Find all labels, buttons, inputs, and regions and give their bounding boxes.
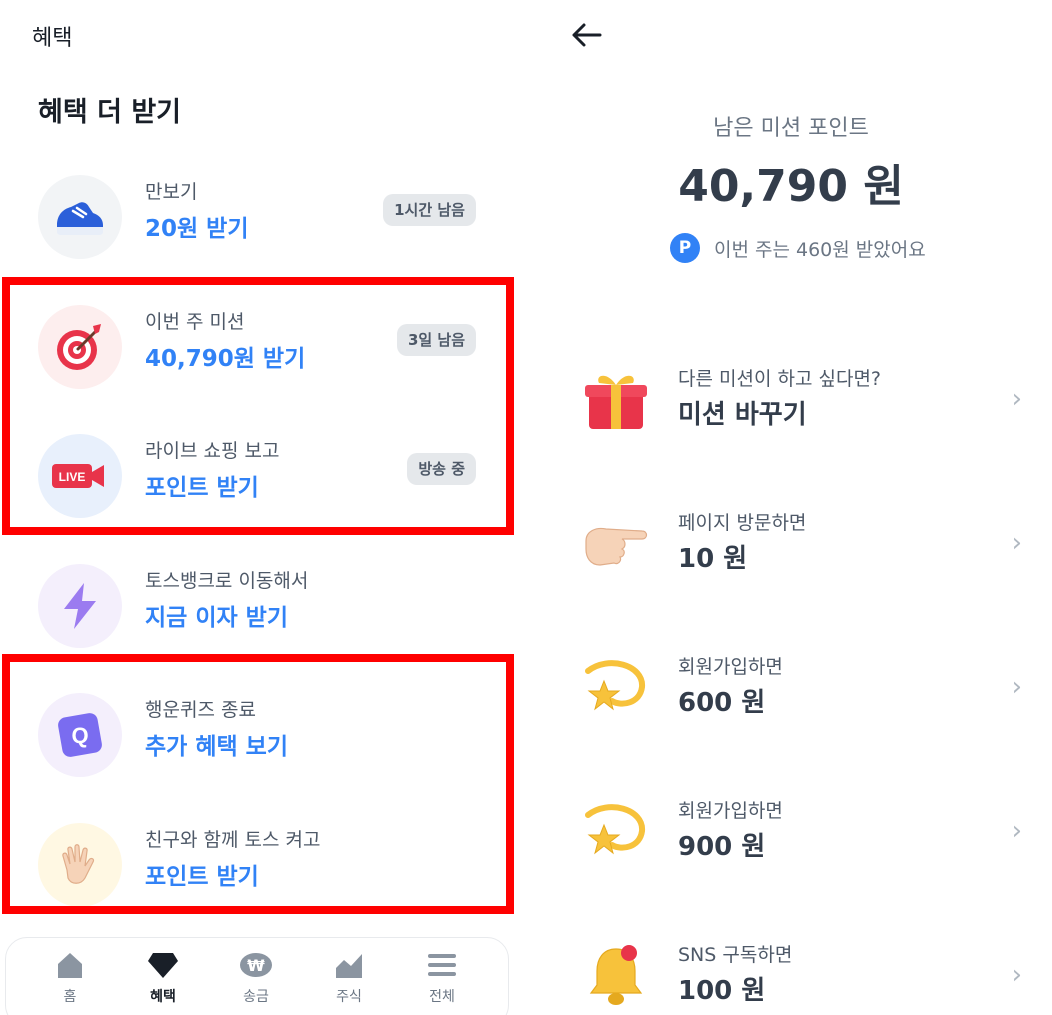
benefits-panel: 혜택 혜택 더 받기 만보기 20원 받기 1시간 남음 이번 주 미션 40,… <box>0 0 522 1015</box>
mission-subtitle: 다른 미션이 하고 싶다면? <box>678 368 882 390</box>
shooting-star-icon <box>580 796 652 868</box>
bottom-tab-bar: 홈 혜택 ₩ 송금 주식 전체 <box>5 937 509 1015</box>
benefit-item-pedometer[interactable]: 만보기 20원 받기 1시간 남음 <box>0 167 522 267</box>
tab-label: 혜택 <box>150 989 176 1005</box>
tab-stocks[interactable]: 주식 <box>309 948 389 1006</box>
mission-points-panel: 남은 미션 포인트 40,790 원 P 이번 주는 460원 받았어요 다른 … <box>530 0 1052 1015</box>
tab-all[interactable]: 전체 <box>402 948 482 1006</box>
mission-item-sns-subscribe[interactable]: SNS 구독하면 100 원 › <box>530 926 1052 1015</box>
mission-reward: 600 원 <box>678 688 766 718</box>
mission-reward: 10 원 <box>678 544 748 574</box>
time-left-badge: 1시간 남음 <box>383 194 476 226</box>
section-title: 혜택 더 받기 <box>38 97 181 128</box>
remaining-points-amount: 40,790 원 <box>678 161 904 212</box>
gem-icon <box>146 948 180 982</box>
tab-label: 홈 <box>63 989 77 1005</box>
page-title: 혜택 <box>32 26 73 51</box>
home-icon <box>53 948 87 982</box>
tab-label: 전체 <box>429 989 455 1005</box>
back-arrow-icon[interactable] <box>570 18 604 52</box>
mission-action: 미션 바꾸기 <box>678 400 807 430</box>
mission-subtitle: 회원가입하면 <box>678 800 783 822</box>
won-symbol: ₩ <box>247 956 265 975</box>
lightning-icon <box>38 564 122 648</box>
tab-benefits[interactable]: 혜택 <box>123 948 203 1006</box>
mission-subtitle: SNS 구독하면 <box>678 944 793 966</box>
weekly-earned-text: 이번 주는 460원 받았어요 <box>714 238 926 261</box>
mission-item-signup-900[interactable]: 회원가입하면 900 원 › <box>530 782 1052 882</box>
chevron-right-icon: › <box>1011 816 1022 846</box>
tab-label: 송금 <box>243 989 269 1005</box>
won-icon: ₩ <box>239 948 273 982</box>
mission-item-page-visit[interactable]: 페이지 방문하면 10 원 › <box>530 494 1052 594</box>
bell-icon <box>580 940 652 1012</box>
tab-transfer[interactable]: ₩ 송금 <box>216 948 296 1006</box>
highlight-box-1 <box>2 277 514 535</box>
tab-label: 주식 <box>336 989 362 1005</box>
chevron-right-icon: › <box>1011 528 1022 558</box>
tab-home[interactable]: 홈 <box>30 948 110 1006</box>
mission-reward: 100 원 <box>678 976 766 1006</box>
chevron-right-icon: › <box>1011 384 1022 414</box>
weekly-earned-info: P 이번 주는 460원 받았어요 <box>670 233 926 263</box>
benefit-item-tossbank-interest[interactable]: 토스뱅크로 이동해서 지금 이자 받기 <box>0 556 522 656</box>
chevron-right-icon: › <box>1011 672 1022 702</box>
mission-item-signup-600[interactable]: 회원가입하면 600 원 › <box>530 638 1052 738</box>
mission-reward: 900 원 <box>678 832 766 862</box>
mission-item-change[interactable]: 다른 미션이 하고 싶다면? 미션 바꾸기 › <box>530 350 1052 450</box>
pointing-hand-icon <box>580 508 652 580</box>
shoe-icon <box>38 175 122 259</box>
benefit-subtitle: 토스뱅크로 이동해서 <box>145 570 309 592</box>
chart-icon <box>332 948 366 982</box>
highlight-box-2 <box>2 654 514 914</box>
menu-icon <box>425 948 459 982</box>
chevron-right-icon: › <box>1011 960 1022 990</box>
mission-subtitle: 페이지 방문하면 <box>678 512 807 534</box>
benefit-subtitle: 만보기 <box>145 181 198 203</box>
shooting-star-icon <box>580 652 652 724</box>
point-coin-icon: P <box>670 233 700 263</box>
remaining-points-label: 남은 미션 포인트 <box>713 116 869 141</box>
gift-icon <box>580 364 652 436</box>
benefit-action[interactable]: 지금 이자 받기 <box>145 598 288 632</box>
mission-subtitle: 회원가입하면 <box>678 656 783 678</box>
benefit-action[interactable]: 20원 받기 <box>145 209 249 243</box>
